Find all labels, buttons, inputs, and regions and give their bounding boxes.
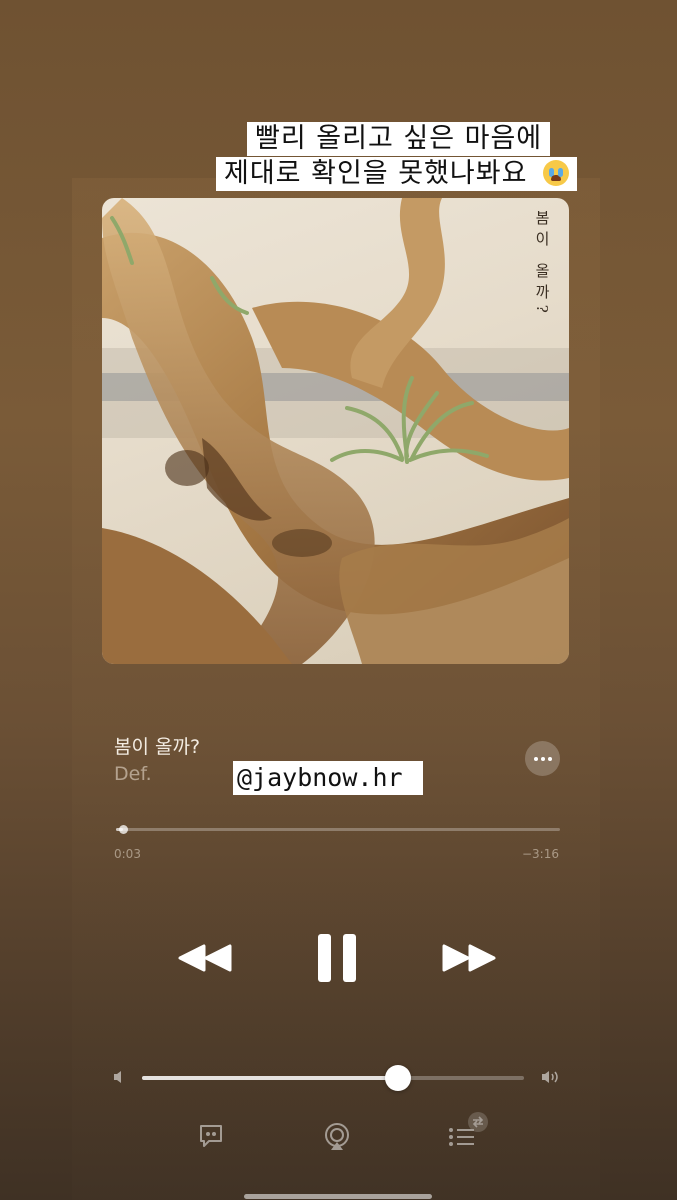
airplay-icon [325, 1123, 349, 1150]
driftwood-photo [102, 198, 569, 664]
lyrics-button[interactable] [197, 1122, 225, 1154]
remaining-time: −3:16 [521, 847, 559, 861]
fast-forward-icon [442, 944, 496, 972]
pause-icon [318, 934, 356, 982]
artist-name[interactable]: Def. [114, 763, 152, 785]
story-caption-line1: 빨리 올리고 싶은 마음에 [247, 122, 551, 156]
elapsed-time: 0:03 [114, 847, 141, 861]
lyrics-icon [200, 1125, 222, 1147]
home-indicator[interactable] [244, 1194, 432, 1199]
airplay-button[interactable] [322, 1122, 352, 1156]
fast-forward-button[interactable] [440, 938, 498, 978]
more-icon [533, 756, 538, 761]
crying-face-emoji-icon [543, 160, 569, 186]
rewind-icon [178, 944, 232, 972]
playback-progress-bar[interactable] [116, 825, 560, 834]
story-caption-line2: 제대로 확인을 못했나봐요 [216, 157, 577, 191]
volume-slider[interactable] [142, 1065, 524, 1091]
progress-scrubber[interactable] [118, 825, 128, 834]
more-options-button[interactable] [525, 741, 560, 776]
story-mention-sticker[interactable]: @jaybnow.hr [233, 761, 423, 795]
queue-button[interactable] [448, 1112, 490, 1154]
pause-button[interactable] [312, 930, 362, 986]
rewind-button[interactable] [176, 938, 234, 978]
story-caption-line2-text: 제대로 확인을 못했나봐요 [224, 158, 528, 189]
song-title: 봄이 올까? [114, 736, 201, 758]
volume-low-icon [114, 1071, 121, 1083]
artwork-title-text: 봄이 올까? [533, 210, 551, 319]
volume-high-icon [542, 1071, 558, 1083]
queue-icon [449, 1112, 488, 1146]
album-artwork: 봄이 올까? [102, 198, 569, 664]
volume-knob[interactable] [384, 1065, 411, 1091]
volume-fill [142, 1076, 398, 1080]
